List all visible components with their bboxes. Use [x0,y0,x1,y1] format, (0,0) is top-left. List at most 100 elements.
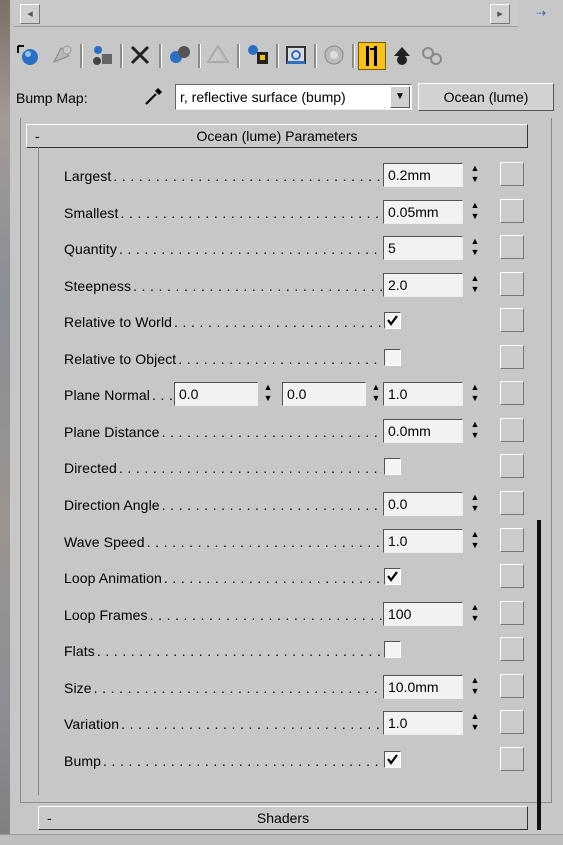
map-slot-button[interactable] [500,528,524,552]
map-slot-button[interactable] [500,199,524,223]
spinner-input[interactable]: 1.0 [383,711,463,735]
put-to-scene-icon[interactable] [48,42,76,70]
delete-icon[interactable] [126,42,154,70]
spinner-arrows-icon[interactable]: ▲ ▼ [467,675,483,699]
map-slot-button[interactable] [500,564,524,588]
eyedropper-icon[interactable] [141,84,167,108]
map-type-button[interactable]: Ocean (lume) [418,83,554,111]
spinner-arrows-icon[interactable]: ▲ ▼ [467,529,483,553]
checkbox[interactable] [384,458,401,475]
show-map-icon[interactable] [282,42,310,70]
spinner-arrows-icon[interactable]: ▲ ▼ [467,492,483,516]
dotted-leader: ........................................… [163,570,382,586]
spinner-arrows-icon[interactable]: ▲ ▼ [467,200,483,224]
dotted-leader: ........................................… [152,387,172,403]
pan-icon[interactable]: ⇢ [536,6,546,20]
param-label: Steepness [64,278,132,294]
map-slot-button[interactable] [500,710,524,734]
shaders-rollout-header[interactable]: - Shaders [38,806,528,830]
go-to-parent-icon[interactable] [388,42,416,70]
dotted-leader: ........................................… [178,351,382,367]
param-label: Relative to World [64,314,173,330]
chevron-down-icon[interactable]: ▼ [390,86,410,108]
spinner-input[interactable]: 5 [383,236,463,260]
spinner-input[interactable]: 0.0mm [383,419,463,443]
param-label: Quantity [64,241,117,257]
dotted-leader: ........................................… [118,460,382,476]
map-slot-button[interactable] [500,235,524,259]
checkbox[interactable] [384,641,401,658]
assign-to-selection-icon[interactable] [88,42,116,70]
dotted-leader: ........................................… [120,205,382,221]
map-slot-button[interactable] [500,308,524,332]
map-slot-button[interactable] [500,272,524,296]
param-row: Variation...............................… [64,710,534,739]
spinner-arrows-icon[interactable]: ▲ ▼ [467,273,483,297]
dotted-leader: ........................................… [149,607,382,623]
checkmark-icon [387,754,398,765]
dotted-leader: ........................................… [96,643,382,659]
put-to-library-icon[interactable] [204,42,232,70]
get-material-icon[interactable] [14,42,42,70]
param-row: Relative to World.......................… [64,308,534,337]
toolbar-separator [198,44,201,68]
rollout-header[interactable]: - Ocean (lume) Parameters [26,124,528,148]
map-slot-button[interactable] [500,637,524,661]
toolbar-separator [352,44,355,68]
spinner-input[interactable]: 1.0 [383,529,463,553]
dotted-leader: ........................................… [93,680,382,696]
spinner-arrows-icon[interactable]: ▲ ▼ [260,382,276,406]
param-label: Size [64,680,92,696]
show-end-result-icon[interactable] [358,42,386,70]
plane-normal-x-input[interactable]: 0.0 [174,382,258,406]
spinner-arrows-icon[interactable]: ▲ ▼ [467,163,483,187]
spinner-arrows-icon[interactable]: ▲ ▼ [467,419,483,443]
plane-normal-z-input[interactable]: 1.0 [383,382,463,406]
spinner-input[interactable]: 100 [383,602,463,626]
spinner-input[interactable]: 10.0mm [383,675,463,699]
checkmark-icon [387,315,398,326]
scroll-left-button[interactable]: ◂ [20,4,40,24]
dotted-leader: ........................................… [113,168,382,184]
spinner-input[interactable]: 0.05mm [383,200,463,224]
map-slot-button[interactable] [500,601,524,625]
spinner-arrows-icon[interactable]: ▲ ▼ [467,236,483,260]
collapse-icon[interactable]: - [47,807,52,829]
param-row: Direction Angle.........................… [64,491,534,520]
plane-normal-y-input[interactable]: 0.0 [282,382,366,406]
spinner-input[interactable]: 0.2mm [383,163,463,187]
map-name-dropdown[interactable]: r, reflective surface (bump) ▼ [175,84,412,110]
spinner-input[interactable]: 2.0 [383,273,463,297]
go-forward-icon[interactable] [418,42,446,70]
map-slot-button[interactable] [500,162,524,186]
map-slot-button[interactable] [500,674,524,698]
map-name-value: r, reflective surface (bump) [180,89,346,105]
map-slot-button[interactable] [500,381,524,405]
param-row: Plane Normal............................… [64,381,534,410]
horizontal-scrollbar[interactable]: ◂ ▸ [14,0,518,27]
checkbox[interactable] [384,312,401,329]
left-edge-strip [0,0,10,844]
vertical-scrollbar[interactable] [537,520,541,830]
param-row: Steepness...............................… [64,272,534,301]
spinner-input[interactable]: 0.0 [383,492,463,516]
background-icon[interactable] [320,42,348,70]
make-unique-icon[interactable] [166,42,194,70]
scroll-right-button[interactable]: ▸ [490,4,510,24]
checkbox[interactable] [384,349,401,366]
spinner-arrows-icon[interactable]: ▲ ▼ [467,382,483,406]
spinner-arrows-icon[interactable]: ▲ ▼ [368,382,384,406]
map-slot-button[interactable] [500,345,524,369]
spinner-arrows-icon[interactable]: ▲ ▼ [467,602,483,626]
map-slot-button[interactable] [500,418,524,442]
material-effects-icon[interactable] [244,42,272,70]
map-slot-button[interactable] [500,747,524,771]
map-slot-button[interactable] [500,454,524,478]
param-label: Plane Normal [64,387,151,403]
collapse-icon[interactable]: - [35,125,40,147]
dotted-leader: ........................................… [161,497,382,513]
spinner-arrows-icon[interactable]: ▲ ▼ [467,711,483,735]
map-slot-button[interactable] [500,491,524,515]
checkbox[interactable] [384,568,401,585]
checkbox[interactable] [384,751,401,768]
